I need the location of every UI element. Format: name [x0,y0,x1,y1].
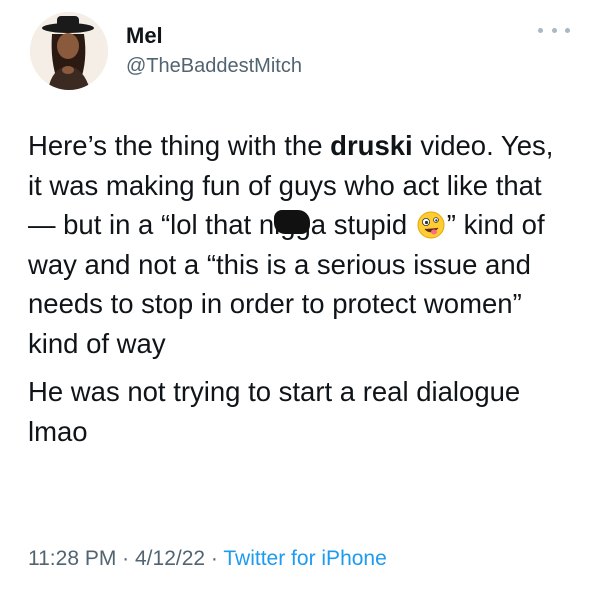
tweet-time[interactable]: 11:28 PM [28,547,116,570]
tweet-paragraph: He was not trying to start a real dialog… [28,376,521,447]
tweet-text: Here’s the thing with the druski video. … [28,126,573,451]
censored-word: nigga [259,205,326,245]
tweet-metadata: 11:28 PM · 4/12/22 · Twitter for iPhone [28,545,387,573]
censor-bar [273,210,310,234]
more-dot [565,27,570,33]
separator: · [205,547,224,570]
more-dot [538,27,543,33]
tweet-text-segment: stupid [326,209,415,240]
bold-text: druski [330,130,413,161]
separator: · [116,547,135,570]
tweet-text-segment: Here’s the thing with the [28,130,331,161]
zany-face-emoji [417,210,445,239]
display-name[interactable]: Mel [126,24,163,48]
more-dot [551,27,557,33]
avatar[interactable] [30,12,108,90]
tweet-card: Mel @TheBaddestMitch Here’s the thing wi… [0,0,595,594]
tweet-date[interactable]: 4/12/22 [135,547,205,570]
tweet-paragraph: Here’s the thing with the druski video. … [28,126,573,363]
more-options-icon[interactable] [538,18,570,42]
handle[interactable]: @TheBaddestMitch [126,54,302,78]
avatar-image [30,12,108,90]
tweet-source-link[interactable]: Twitter for iPhone [223,547,386,570]
